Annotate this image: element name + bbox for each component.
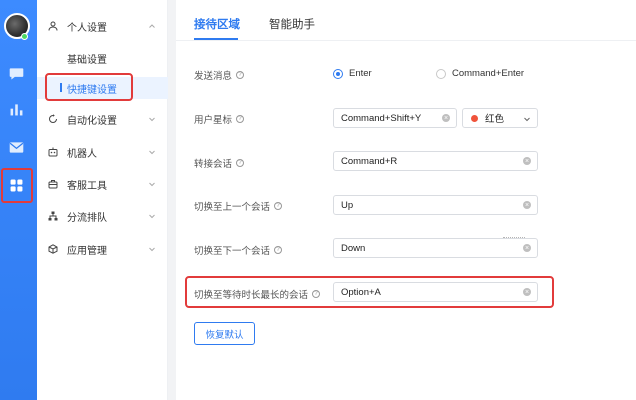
sidebar-item-label: 客服工具 bbox=[67, 180, 107, 192]
star-color-select[interactable]: 红色 bbox=[462, 108, 538, 128]
row-label-text: 切换至下一个会话 bbox=[194, 246, 271, 257]
tab-divider bbox=[176, 40, 636, 41]
prev-conversation-shortcut-input[interactable]: Up bbox=[333, 195, 538, 215]
sidebar-item-robot[interactable]: 机器人 bbox=[37, 141, 168, 163]
chevron-down-icon bbox=[523, 115, 531, 123]
transfer-shortcut-input[interactable]: Command+R bbox=[333, 151, 538, 171]
user-star-shortcut-input[interactable]: Command+Shift+Y bbox=[333, 108, 457, 128]
help-icon[interactable]: ? bbox=[236, 159, 245, 167]
online-status-dot bbox=[21, 33, 28, 40]
app-rail bbox=[0, 0, 37, 400]
panel-gutter bbox=[168, 0, 176, 400]
sidebar-item-personal-settings[interactable]: 个人设置 bbox=[37, 15, 168, 37]
user-icon bbox=[48, 21, 58, 31]
sidebar-subitem-basic-settings[interactable]: 基础设置 bbox=[37, 47, 168, 69]
color-swatch bbox=[471, 114, 478, 122]
next-conversation-label: 切换至下一个会话 ? bbox=[194, 243, 283, 257]
radio-checked-icon bbox=[333, 68, 343, 79]
transfer-label: 转接会话 ? bbox=[194, 156, 245, 170]
help-icon[interactable]: ? bbox=[236, 115, 245, 123]
chevron-down-icon bbox=[148, 115, 156, 123]
input-value: Up bbox=[341, 199, 354, 211]
tab-reception-area[interactable]: 接待区域 bbox=[194, 16, 240, 32]
help-icon[interactable]: ? bbox=[236, 71, 245, 79]
sidebar-item-label: 基础设置 bbox=[67, 54, 107, 66]
radio-command-enter[interactable]: Command+Enter bbox=[436, 68, 524, 79]
row-label-text: 切换至上一个会话 bbox=[194, 202, 271, 213]
input-value: Command+Shift+Y bbox=[341, 112, 422, 124]
clear-icon[interactable] bbox=[523, 244, 531, 252]
prev-conversation-label: 切换至上一个会话 ? bbox=[194, 199, 283, 213]
chevron-down-icon bbox=[148, 212, 156, 220]
row-label-text: 发送消息 bbox=[194, 71, 233, 82]
restore-default-button[interactable]: 恢复默认 bbox=[194, 322, 255, 345]
input-value: Command+R bbox=[341, 155, 398, 167]
select-value: 红色 bbox=[485, 114, 505, 125]
toolbox-icon bbox=[48, 179, 58, 189]
sidebar-item-label: 应用管理 bbox=[67, 245, 107, 257]
chevron-up-icon bbox=[148, 22, 156, 30]
annotation-box-shortcut-settings bbox=[45, 73, 133, 101]
input-value: Down bbox=[341, 242, 366, 254]
sidebar-item-label: 个人设置 bbox=[67, 22, 107, 34]
main-panel: 接待区域 智能助手 发送消息 ? Enter Command+Enter 用户星… bbox=[176, 0, 636, 400]
sidebar-item-label: 自动化设置 bbox=[67, 115, 117, 127]
cube-icon bbox=[48, 244, 58, 254]
clear-icon[interactable] bbox=[523, 157, 531, 165]
radio-label: Command+Enter bbox=[452, 68, 525, 79]
sidebar-item-label: 分流排队 bbox=[67, 212, 107, 224]
robot-icon bbox=[48, 147, 58, 157]
chat-bubble-icon[interactable] bbox=[6, 63, 26, 83]
sidebar-item-service-tools[interactable]: 客服工具 bbox=[37, 173, 168, 195]
sidebar-item-app-management[interactable]: 应用管理 bbox=[37, 238, 168, 260]
sidebar-item-routing[interactable]: 分流排队 bbox=[37, 205, 168, 227]
mail-icon[interactable] bbox=[6, 137, 26, 157]
radio-unchecked-icon bbox=[436, 68, 446, 79]
radio-label: Enter bbox=[349, 68, 372, 79]
automation-icon bbox=[48, 114, 58, 124]
bar-chart-icon[interactable] bbox=[6, 99, 26, 119]
clear-icon[interactable] bbox=[523, 201, 531, 209]
resize-dots bbox=[503, 237, 525, 238]
settings-sidebar: 个人设置 基础设置 快捷键设置 自动化设置 机器人 客服工具 分流排队 应用管理 bbox=[37, 0, 168, 400]
help-icon[interactable]: ? bbox=[274, 202, 283, 210]
org-tree-icon bbox=[48, 211, 58, 221]
next-conversation-shortcut-input[interactable]: Down bbox=[333, 237, 538, 258]
tab-smart-assistant[interactable]: 智能助手 bbox=[269, 16, 315, 32]
clear-icon[interactable] bbox=[442, 114, 450, 122]
sidebar-item-automation[interactable]: 自动化设置 bbox=[37, 108, 168, 130]
send-message-label: 发送消息 ? bbox=[194, 68, 245, 82]
chevron-down-icon bbox=[148, 180, 156, 188]
radio-enter[interactable]: Enter bbox=[333, 68, 372, 79]
help-icon[interactable]: ? bbox=[274, 246, 283, 254]
annotation-box-longest-wait bbox=[185, 276, 554, 308]
sidebar-item-label: 机器人 bbox=[67, 148, 97, 160]
row-label-text: 用户星标 bbox=[194, 115, 233, 126]
annotation-box-apps bbox=[1, 168, 33, 203]
user-star-label: 用户星标 ? bbox=[194, 112, 245, 126]
chevron-down-icon bbox=[148, 148, 156, 156]
chevron-down-icon bbox=[148, 245, 156, 253]
row-label-text: 转接会话 bbox=[194, 159, 233, 170]
